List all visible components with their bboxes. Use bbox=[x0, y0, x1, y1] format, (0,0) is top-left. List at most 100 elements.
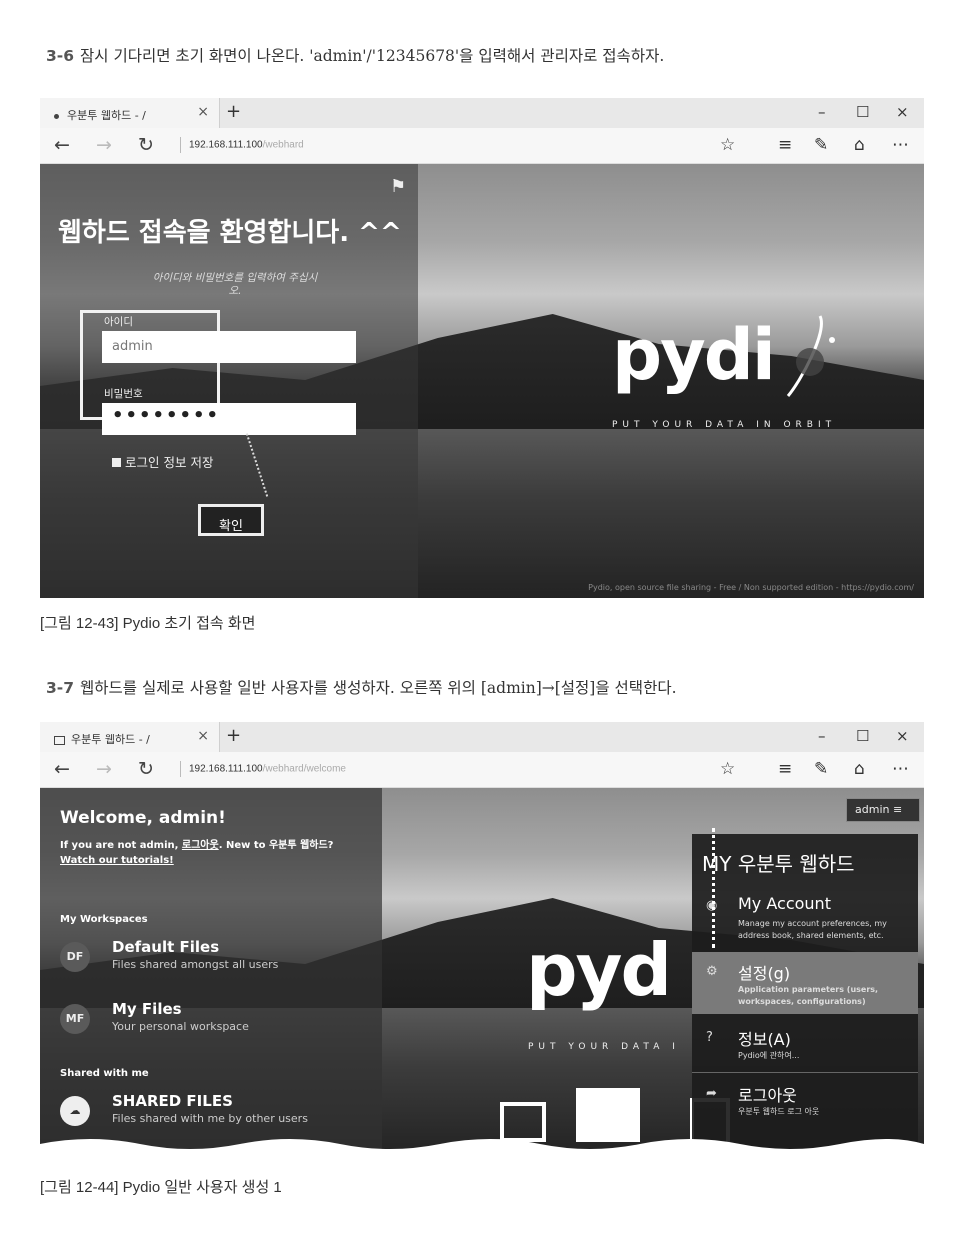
workspace-item[interactable]: DF Default Files Files shared amongst al… bbox=[60, 936, 380, 976]
maximize-button[interactable]: ☐ bbox=[856, 727, 869, 745]
workspace-desc: Files shared amongst all users bbox=[112, 958, 279, 971]
favorite-star-icon[interactable]: ☆ bbox=[720, 759, 735, 779]
login-scene: ⚑ 웹하드 접속을 환영합니다. ^^ 아이디와 비밀번호를 입력하여 주십시오… bbox=[40, 164, 924, 598]
pydio-logo: pydi bbox=[612, 314, 776, 396]
favorite-star-icon[interactable]: ☆ bbox=[720, 135, 735, 155]
address-path: /webhard bbox=[262, 139, 304, 151]
workspace-badge: MF bbox=[60, 1004, 90, 1034]
maximize-button[interactable]: ☐ bbox=[856, 103, 869, 121]
step-text: 잠시 기다리면 초기 화면이 나온다. 'admin'/'12345678'을 … bbox=[80, 47, 665, 65]
password-label: 비밀번호 bbox=[104, 388, 143, 400]
forward-arrow-icon[interactable]: → bbox=[96, 134, 112, 156]
login-heading: 웹하드 접속을 환영합니다. ^^ bbox=[58, 218, 402, 248]
address-path: /webhard/welcome bbox=[262, 763, 346, 775]
back-arrow-icon[interactable]: ← bbox=[54, 758, 70, 780]
admin-label: admin bbox=[855, 803, 890, 816]
address-host: 192.168.111.100 bbox=[189, 763, 263, 775]
shared-name: SHARED FILES bbox=[112, 1092, 233, 1110]
reading-list-icon[interactable]: ≡ bbox=[778, 759, 792, 779]
browser-tab[interactable]: 우분투 웹하드 - / × bbox=[40, 722, 220, 752]
nav-bar: ← → ↻ 192.168.111.100/webhard/welcome ☆ … bbox=[40, 752, 924, 788]
tab-title: 우분투 웹하드 - / bbox=[71, 733, 150, 746]
menu-item-settings[interactable]: ⚙ 설정(g) Application parameters (users, w… bbox=[692, 952, 918, 1014]
welcome-notice: If you are not admin, 로그아웃. New to 우분투 웹… bbox=[60, 838, 333, 868]
minimize-button[interactable]: – bbox=[818, 727, 826, 745]
orbit-icon bbox=[786, 315, 835, 397]
menu-item-title: My Account bbox=[738, 894, 831, 913]
share-icon[interactable]: ⌂ bbox=[854, 759, 865, 779]
notice-suffix: . New to 우분투 웹하드? bbox=[218, 840, 334, 851]
my-workspaces-heading: My Workspaces bbox=[60, 914, 148, 925]
more-icon[interactable]: ⋯ bbox=[892, 135, 909, 155]
caption-12-44: [그림 12-44] Pydio 일반 사용자 생성 1 bbox=[40, 1179, 282, 1196]
close-window-button[interactable]: × bbox=[896, 103, 909, 121]
id-label: 아이디 bbox=[104, 316, 133, 328]
shared-heading: Shared with me bbox=[60, 1068, 149, 1079]
menu-item-title: 로그아웃 bbox=[738, 1086, 797, 1105]
login-ok-button[interactable]: 확인 bbox=[198, 504, 264, 536]
menu-item-title: 정보(A) bbox=[738, 1030, 791, 1049]
address-bar[interactable]: 192.168.111.100/webhard/welcome bbox=[180, 761, 346, 777]
reading-list-icon[interactable]: ≡ bbox=[778, 135, 792, 155]
logout-link[interactable]: 로그아웃 bbox=[182, 840, 219, 851]
tab-dot-icon bbox=[54, 113, 59, 119]
minimize-button[interactable]: – bbox=[818, 103, 826, 121]
login-hint: 아이디와 비밀번호를 입력하여 주십시오. bbox=[152, 272, 318, 297]
browser-tab[interactable]: 우분투 웹하드 - / × bbox=[40, 98, 220, 128]
welcome-scene: Welcome, admin! If you are not admin, 로그… bbox=[40, 788, 924, 1156]
share-icon[interactable]: ⌂ bbox=[854, 135, 865, 155]
more-icon[interactable]: ⋯ bbox=[892, 759, 909, 779]
nav-bar: ← → ↻ 192.168.111.100/webhard ☆ ≡ ✎ ⌂ ⋯ bbox=[40, 128, 924, 164]
remember-checkbox[interactable]: 로그인 정보 저장 bbox=[112, 452, 213, 471]
address-host: 192.168.111.100 bbox=[189, 139, 263, 151]
forward-arrow-icon[interactable]: → bbox=[96, 758, 112, 780]
menu-item-about[interactable]: ? 정보(A) Pydio에 관하여... bbox=[692, 1026, 918, 1070]
user-menu: MY 우분투 웹하드 ◉ My Account Manage my accoun… bbox=[692, 834, 918, 1156]
tab-close-icon[interactable]: × bbox=[197, 728, 209, 744]
refresh-icon[interactable]: ↻ bbox=[138, 134, 154, 156]
password-field[interactable]: •••••••• bbox=[102, 403, 356, 435]
workspace-name: Default Files bbox=[112, 938, 220, 956]
checkbox-icon bbox=[112, 458, 121, 467]
tab-close-icon[interactable]: × bbox=[197, 104, 209, 120]
pydio-tagline: PUT YOUR DATA IN ORBIT bbox=[612, 420, 837, 430]
pydio-tagline: PUT YOUR DATA I bbox=[528, 1042, 680, 1052]
menu-item-desc: Pydio에 관하여... bbox=[738, 1051, 800, 1060]
back-arrow-icon[interactable]: ← bbox=[54, 134, 70, 156]
tab-title: 우분투 웹하드 - / bbox=[67, 109, 146, 122]
shared-files-item[interactable]: ☁ SHARED FILES Files shared with me by o… bbox=[60, 1090, 380, 1130]
browser-window-welcome: 우분투 웹하드 - / × + – ☐ × ← → ↻ 192.168.111.… bbox=[40, 722, 924, 1156]
flag-icon[interactable]: ⚑ bbox=[390, 176, 406, 197]
new-tab-button[interactable]: + bbox=[226, 101, 241, 122]
welcome-title: Welcome, admin! bbox=[60, 808, 226, 828]
menu-title: MY 우분투 웹하드 bbox=[702, 852, 855, 876]
menu-item-my-account[interactable]: ◉ My Account Manage my account preferenc… bbox=[692, 894, 918, 950]
menu-item-desc: Manage my account preferences, my addres… bbox=[738, 919, 887, 940]
step-number: 3-7 bbox=[46, 679, 75, 697]
menu-item-desc: 우분투 웹하드 로그 아웃 bbox=[738, 1107, 820, 1116]
close-window-button[interactable]: × bbox=[896, 727, 909, 745]
admin-menu-button[interactable]: admin ≡ bbox=[846, 798, 920, 822]
menu-item-desc: Application parameters (users, workspace… bbox=[738, 985, 879, 1006]
new-tab-button[interactable]: + bbox=[226, 725, 241, 746]
notice-prefix: If you are not admin, bbox=[60, 840, 182, 851]
web-note-icon[interactable]: ✎ bbox=[814, 135, 828, 155]
id-field[interactable]: admin bbox=[102, 331, 356, 363]
refresh-icon[interactable]: ↻ bbox=[138, 758, 154, 780]
gear-icon: ⚙ bbox=[706, 964, 718, 979]
tutorials-link[interactable]: Watch our tutorials! bbox=[60, 855, 174, 866]
menu-item-logout[interactable]: ➦ 로그아웃 우분투 웹하드 로그 아웃 bbox=[692, 1082, 918, 1126]
tab-bar: 우분투 웹하드 - / × + – ☐ × bbox=[40, 98, 924, 128]
web-note-icon[interactable]: ✎ bbox=[814, 759, 828, 779]
address-bar[interactable]: 192.168.111.100/webhard bbox=[180, 137, 304, 153]
caption-12-43: [그림 12-43] Pydio 초기 접속 화면 bbox=[40, 615, 256, 632]
browser-window-login: 우분투 웹하드 - / × + – ☐ × ← → ↻ 192.168.111.… bbox=[40, 98, 924, 598]
workspace-badge: DF bbox=[60, 942, 90, 972]
step-3-6: 3-6 잠시 기다리면 초기 화면이 나온다. 'admin'/'12345678… bbox=[46, 44, 664, 66]
remember-label: 로그인 정보 저장 bbox=[125, 455, 214, 470]
workspace-item[interactable]: MF My Files Your personal workspace bbox=[60, 998, 380, 1038]
workspace-desc: Your personal workspace bbox=[112, 1020, 249, 1033]
step-text: 웹하드를 실제로 사용할 일반 사용자를 생성하자. 오른쪽 위의 [admin… bbox=[80, 679, 677, 697]
pydio-logo: pyd bbox=[526, 928, 672, 1012]
logout-icon: ➦ bbox=[706, 1086, 717, 1101]
